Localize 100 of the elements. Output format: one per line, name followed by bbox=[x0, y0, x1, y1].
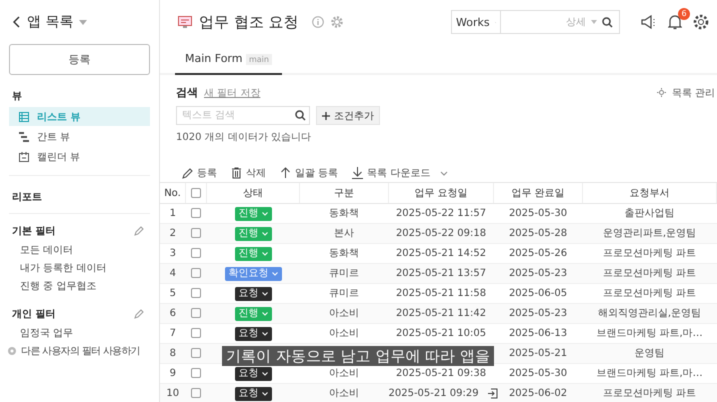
table-cell: 2025-05-23 bbox=[508, 308, 568, 318]
checkbox[interactable] bbox=[191, 348, 201, 358]
table-cell: 2025-05-21 14:52 bbox=[396, 248, 486, 260]
plus-icon bbox=[322, 112, 330, 120]
row-number: 8 bbox=[170, 348, 176, 358]
section-title: 뷰 bbox=[12, 90, 23, 103]
table-cell: 2025-05-28 bbox=[508, 228, 568, 238]
form-icon bbox=[178, 16, 192, 28]
table-cell: 2025-06-13 bbox=[508, 328, 568, 338]
checkbox[interactable] bbox=[191, 288, 201, 298]
toolbar-button[interactable]: 목록 다운로드 bbox=[352, 166, 448, 180]
table-cell: 2025-06-02 bbox=[508, 388, 568, 398]
trash-icon bbox=[231, 167, 242, 179]
table-cell: 프로모션마케팅 파트 bbox=[602, 288, 696, 298]
back-icon[interactable] bbox=[13, 16, 21, 28]
status-dropdown[interactable]: 요청 bbox=[234, 286, 272, 300]
table-cell: 출판사업팀 bbox=[624, 208, 674, 218]
table-cell: 해외직영관리실,운영팀 bbox=[598, 308, 702, 318]
sun-icon[interactable] bbox=[656, 88, 666, 97]
table-cell: 운영관리파트,운영팀 bbox=[602, 228, 696, 238]
dropdown-icon[interactable] bbox=[79, 20, 88, 24]
checkbox[interactable] bbox=[191, 328, 201, 338]
filter-item[interactable]: 임정국 업무 bbox=[9, 326, 150, 344]
checkbox[interactable] bbox=[191, 208, 201, 218]
bell-icon[interactable] bbox=[668, 14, 682, 30]
table-cell: 2025-06-05 bbox=[508, 288, 568, 298]
toolbar-button[interactable]: 등록 bbox=[182, 166, 217, 180]
table-cell: 2025-05-30 bbox=[508, 368, 568, 378]
column-header[interactable]: 상태 bbox=[206, 183, 300, 204]
filter-group-title: 개인 필터 bbox=[12, 308, 56, 321]
row-number: 1 bbox=[170, 208, 176, 218]
status-dropdown[interactable]: 요청 bbox=[234, 326, 272, 340]
other-filter-link[interactable]: 다른 사용자의 필터 사용하기 bbox=[21, 344, 140, 358]
view-item[interactable]: 캘린더 뷰 bbox=[9, 147, 150, 166]
table-cell: 프로모션마케팅 파트 bbox=[602, 388, 696, 398]
settings-icon[interactable] bbox=[693, 14, 709, 30]
column-header[interactable]: 구분 bbox=[300, 183, 388, 204]
checkbox[interactable] bbox=[191, 188, 201, 198]
checkbox[interactable] bbox=[191, 228, 201, 238]
checkbox[interactable] bbox=[191, 248, 201, 258]
table-cell: 2025-05-22 09:18 bbox=[396, 228, 486, 240]
row-number: 7 bbox=[170, 328, 176, 338]
pencil-icon bbox=[182, 168, 193, 178]
table-cell: 2025-05-21 09:29 bbox=[388, 388, 479, 400]
row-number: 9 bbox=[170, 368, 176, 378]
register-button[interactable]: 등록 bbox=[9, 44, 150, 75]
search-icon[interactable] bbox=[295, 110, 306, 121]
table-cell: 브랜드마케팅 파트,마… bbox=[596, 328, 703, 338]
checkbox[interactable] bbox=[191, 308, 201, 318]
table-cell: 아소비 bbox=[329, 388, 359, 398]
text-search-field[interactable]: 텍스트 검색 bbox=[176, 106, 310, 125]
filter-item[interactable]: 진행 중 업무협조 bbox=[9, 279, 150, 297]
upload-icon bbox=[280, 167, 291, 179]
gear-icon bbox=[7, 346, 17, 356]
row-number: 5 bbox=[170, 288, 176, 298]
table-cell: 큐미르 bbox=[329, 288, 359, 298]
status-dropdown[interactable]: 요청 bbox=[234, 366, 272, 380]
table-cell: 2025-05-21 13:57 bbox=[396, 268, 486, 280]
list-manage-link[interactable]: 목록 관리 bbox=[672, 86, 715, 100]
subtitle-caption: 기록이 자동으로 남고 업무에 따라 앱을 bbox=[222, 346, 494, 366]
filter-item[interactable]: 모든 데이터 bbox=[9, 243, 150, 261]
row-number: 6 bbox=[170, 308, 176, 318]
section-title: 리포트 bbox=[12, 191, 43, 204]
search-title: 검색 bbox=[176, 85, 198, 100]
checkbox[interactable] bbox=[191, 388, 201, 398]
table-cell: 프로모션마케팅 파트 bbox=[602, 268, 696, 278]
edit-icon[interactable] bbox=[134, 309, 144, 319]
add-condition-button[interactable]: 조건추가 bbox=[316, 106, 380, 125]
row-number: 4 bbox=[170, 268, 176, 278]
data-count-text: 1020 개의 데이터가 있습니다 bbox=[176, 131, 312, 144]
table-cell: 아소비 bbox=[329, 308, 359, 318]
checkbox[interactable] bbox=[191, 368, 201, 378]
table-cell: 2025-05-30 bbox=[508, 208, 568, 218]
filter-item[interactable]: 내가 등록한 데이터 bbox=[9, 261, 150, 279]
megaphone-icon[interactable] bbox=[641, 15, 657, 29]
filter-group-title: 기본 필터 bbox=[12, 225, 56, 238]
checkbox[interactable] bbox=[191, 268, 201, 278]
gantt-icon bbox=[19, 132, 29, 142]
edit-icon[interactable] bbox=[134, 226, 144, 236]
status-dropdown[interactable]: 요청 bbox=[234, 386, 272, 400]
table-cell: 아소비 bbox=[329, 328, 359, 338]
table-cell: 브랜드마케팅 파트,마… bbox=[596, 368, 703, 378]
row-number: 3 bbox=[170, 248, 176, 258]
table-cell: 본사 bbox=[334, 228, 354, 238]
table-cell: 2025-05-21 11:58 bbox=[396, 288, 486, 300]
column-header[interactable]: 업무 요청일 bbox=[388, 183, 494, 204]
toolbar-button[interactable]: 삭제 bbox=[231, 166, 266, 180]
view-item[interactable]: 간트 뷰 bbox=[9, 127, 150, 146]
table-cell: 2025-05-21 11:42 bbox=[396, 308, 486, 320]
save-filter-link[interactable]: 새 필터 저장 bbox=[204, 86, 260, 100]
column-header[interactable]: 업무 완료일 bbox=[494, 183, 582, 204]
app-list-title[interactable]: 앱 목록 bbox=[27, 13, 74, 31]
column-header[interactable]: 요청부서 bbox=[582, 183, 716, 204]
open-icon[interactable] bbox=[486, 388, 498, 399]
form-tab[interactable]: Main Form main bbox=[175, 44, 282, 75]
row-number: 10 bbox=[166, 388, 180, 398]
toolbar-button[interactable]: 일괄 등록 bbox=[280, 166, 338, 180]
column-header: No. bbox=[160, 183, 186, 204]
info-icon[interactable] bbox=[312, 16, 324, 28]
table-cell: 운영팀 bbox=[634, 348, 664, 358]
